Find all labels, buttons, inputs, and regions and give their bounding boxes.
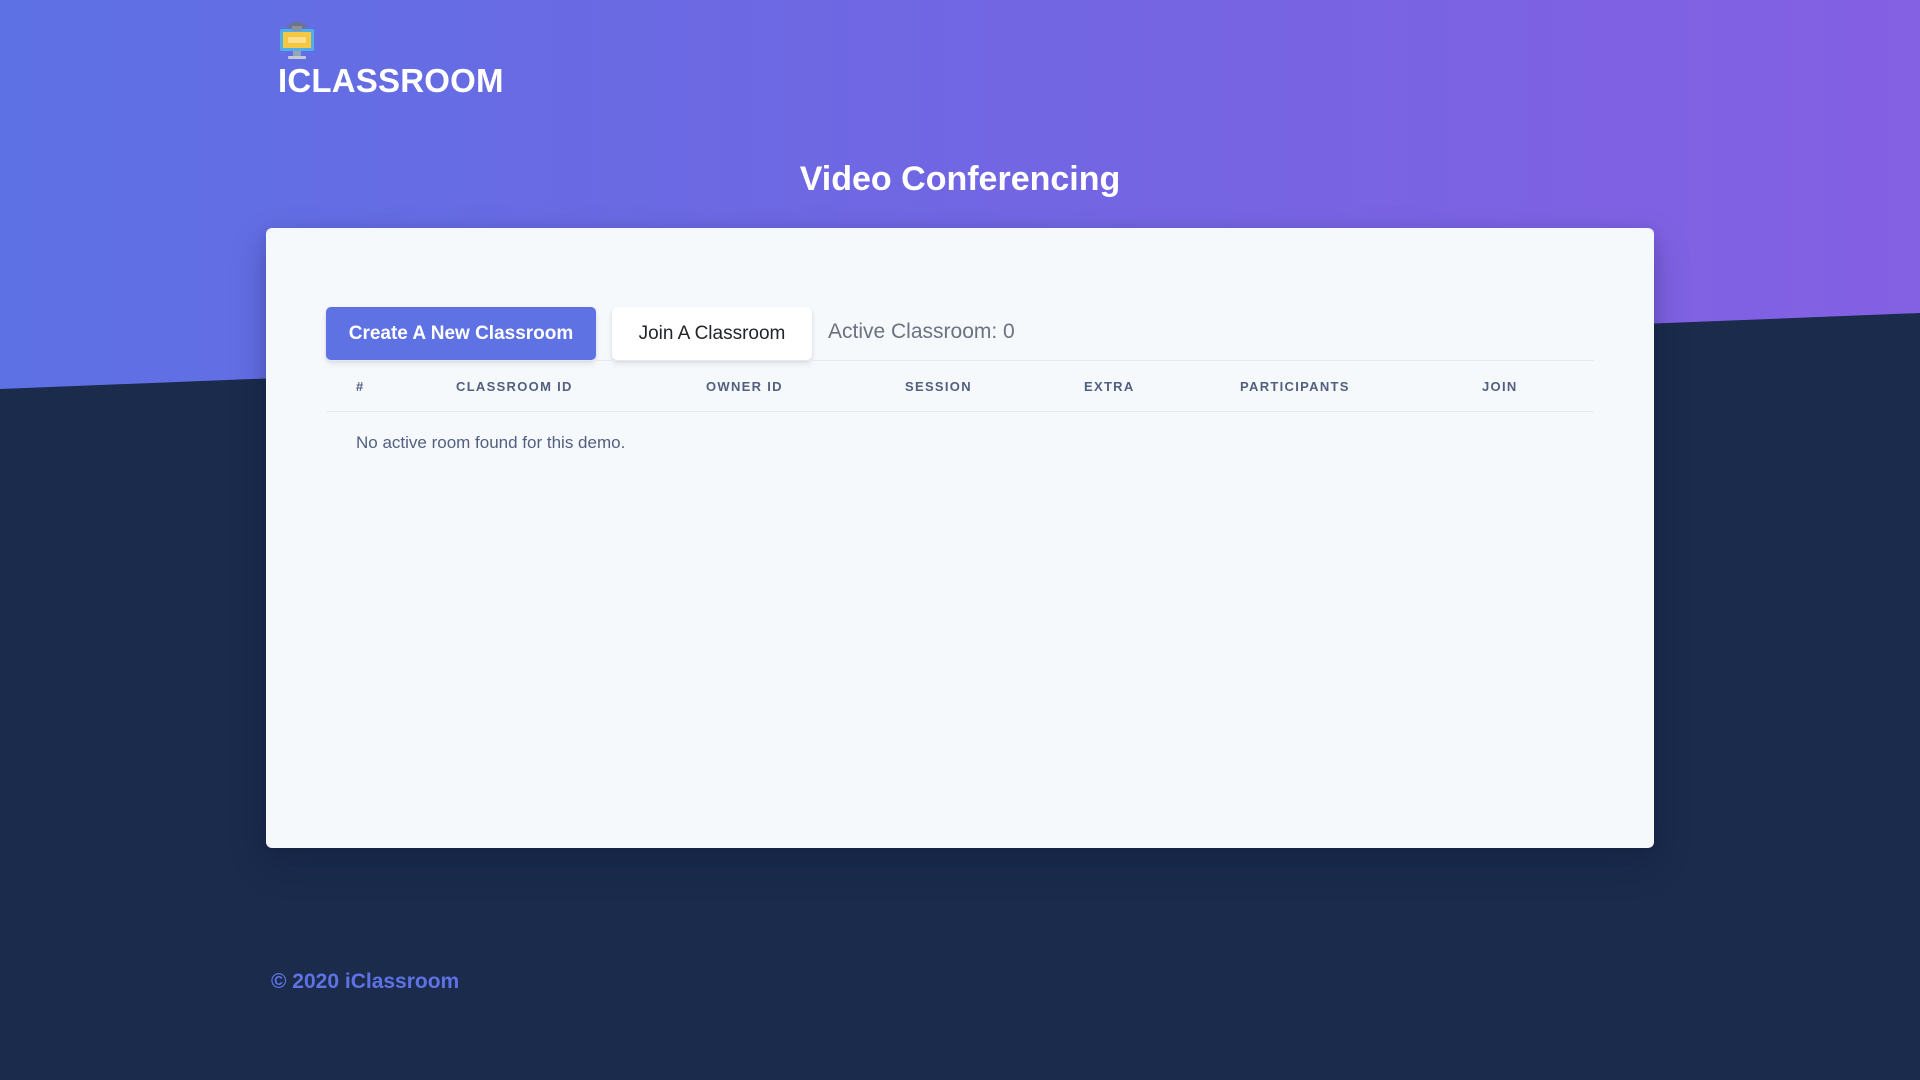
empty-table-message: No active room found for this demo. (356, 433, 626, 452)
column-header-number: # (326, 360, 456, 412)
brand-title[interactable]: ICLASSROOM (278, 62, 504, 100)
classroom-card: Create A New Classroom Join A Classroom … (266, 228, 1654, 848)
create-classroom-button[interactable]: Create A New Classroom (326, 307, 596, 360)
column-header-extra: EXTRA (1084, 360, 1240, 412)
join-classroom-button[interactable]: Join A Classroom (612, 307, 812, 360)
classroom-table: # CLASSROOM ID OWNER ID SESSION EXTRA PA… (326, 360, 1594, 412)
footer-copyright[interactable]: © 2020 iClassroom (271, 970, 459, 994)
logo[interactable] (278, 20, 316, 60)
toolbar: Create A New Classroom Join A Classroom … (326, 307, 1015, 360)
column-header-participants: PARTICIPANTS (1240, 360, 1482, 412)
classroom-computer-icon (280, 21, 314, 59)
column-header-join: JOIN (1482, 360, 1594, 412)
page-title: Video Conferencing (799, 160, 1121, 198)
column-header-session: SESSION (905, 360, 1084, 412)
table-header-row: # CLASSROOM ID OWNER ID SESSION EXTRA PA… (326, 360, 1594, 412)
active-classroom-count: Active Classroom: 0 (828, 319, 1015, 343)
column-header-classroom-id: CLASSROOM ID (456, 360, 706, 412)
column-header-owner-id: OWNER ID (706, 360, 905, 412)
